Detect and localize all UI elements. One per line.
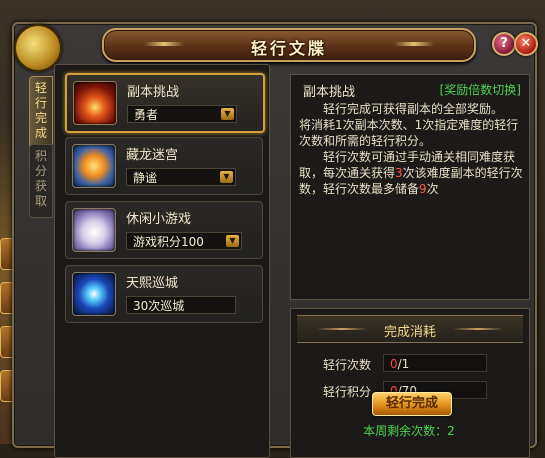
- cost-total: /1: [397, 357, 410, 371]
- activity-card-maze[interactable]: 藏龙迷宫 静谧 ▼: [65, 137, 263, 195]
- close-button[interactable]: ✕: [514, 32, 538, 56]
- detail-panel: 副本挑战 [奖励倍数切换] 轻行完成可获得副本的全部奖励。 将消耗1次副本次数、…: [290, 64, 530, 458]
- difficulty-value: 静谧: [133, 171, 158, 185]
- activity-list: 副本挑战 勇者 ▼ 藏龙迷宫 静谧 ▼ 休闲小游戏 游戏积分100 ▼ 天熙巡城…: [54, 64, 270, 458]
- description-line: 轻行完成可获得副本的全部奖励。: [323, 102, 504, 116]
- description-segment: 次: [426, 182, 439, 196]
- description-line: 将消耗1次副本次数、1次指定难度的轻行次数和所需的轻行积分。: [299, 118, 519, 148]
- activity-card-dungeon[interactable]: 副本挑战 勇者 ▼: [65, 73, 265, 133]
- difficulty-select[interactable]: 勇者 ▼: [127, 105, 237, 123]
- cat-mascot-icon: [72, 208, 116, 252]
- description-box: 副本挑战 [奖励倍数切换] 轻行完成可获得副本的全部奖励。 将消耗1次副本次数、…: [290, 74, 530, 300]
- tab-qingxing-complete[interactable]: 轻行完成: [29, 76, 53, 150]
- description-line: 轻行次数可通过手动通关相同难度获取，每次通关获得3次该难度副本的轻行次数，轻行次…: [299, 149, 523, 197]
- score-select[interactable]: 游戏积分100 ▼: [126, 232, 242, 250]
- chevron-down-icon: ▼: [226, 235, 239, 247]
- difficulty-value: 勇者: [134, 108, 159, 122]
- flame-sword-icon: [73, 81, 117, 125]
- activity-card-minigame[interactable]: 休闲小游戏 游戏积分100 ▼: [65, 201, 263, 259]
- title-bar[interactable]: 轻行文牒: [102, 28, 476, 62]
- cost-header-title: 完成消耗: [383, 325, 436, 340]
- activity-title: 副本挑战: [127, 85, 180, 100]
- cost-label: 轻行次数: [323, 358, 372, 372]
- help-button[interactable]: ?: [492, 32, 516, 56]
- activity-title: 休闲小游戏: [126, 212, 192, 227]
- remaining-count-text: 本周剩余次数：2: [363, 424, 455, 438]
- activity-title: 藏龙迷宫: [126, 148, 179, 163]
- difficulty-select[interactable]: 静谧 ▼: [126, 168, 236, 186]
- description-title: 副本挑战: [303, 85, 356, 100]
- chevron-down-icon: ▼: [220, 171, 233, 183]
- complete-button[interactable]: 轻行完成: [372, 392, 452, 416]
- qingxing-window: 轻行文牒 ? ✕ 轻行完成 积分获取 副本挑战 勇者 ▼ 藏龙迷宫 静谧 ▼ 休…: [12, 22, 538, 458]
- highlight-number: 3: [395, 166, 403, 180]
- tab-points-acquire[interactable]: 积分获取: [29, 144, 53, 218]
- cost-label: 轻行积分: [323, 385, 372, 399]
- cost-header: 完成消耗: [297, 315, 523, 343]
- description-text: 轻行完成可获得副本的全部奖励。 将消耗1次副本次数、1次指定难度的轻行次数和所需…: [299, 101, 523, 197]
- fire-shield-icon: [72, 144, 116, 188]
- patrol-count-value: 30次巡城: [133, 299, 185, 313]
- patrol-count-field: 30次巡城: [126, 296, 236, 314]
- dragon-eye-icon: [72, 272, 116, 316]
- activity-card-patrol[interactable]: 天熙巡城 30次巡城: [65, 265, 263, 323]
- score-value: 游戏积分100: [133, 235, 204, 249]
- chevron-down-icon: ▼: [221, 108, 234, 120]
- activity-title: 天熙巡城: [126, 276, 179, 291]
- reward-multiplier-switch-link[interactable]: [奖励倍数切换]: [440, 81, 521, 98]
- cost-value-field: 0/1: [383, 354, 487, 372]
- cost-current: 0: [390, 357, 398, 371]
- highlight-number: 9: [419, 182, 427, 196]
- window-title: 轻行文牒: [250, 39, 327, 58]
